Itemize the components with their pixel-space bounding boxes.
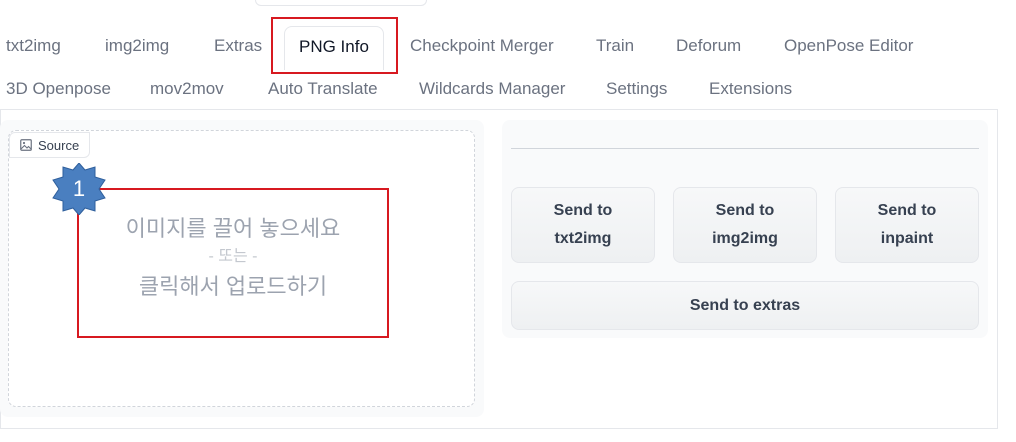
tab-checkpoint-merger[interactable]: Checkpoint Merger [410,26,554,66]
tab-settings[interactable]: Settings [606,69,667,109]
tab-deforum[interactable]: Deforum [676,26,741,66]
tab-img2img[interactable]: img2img [105,26,169,66]
top-edge-fragment [255,0,427,6]
tab-auto-translate[interactable]: Auto Translate [268,69,378,109]
tab-txt2img[interactable]: txt2img [6,26,61,66]
dropzone-instructions[interactable]: 이미지를 끌어 놓으세요 - 또는 - 클릭해서 업로드하기 [80,214,386,304]
actions-divider [511,148,979,149]
tab-extensions[interactable]: Extensions [709,69,792,109]
tab-openpose-editor[interactable]: OpenPose Editor [784,26,913,66]
image-icon [20,139,32,151]
step-badge: 1 [47,163,111,215]
send-to-inpaint-button[interactable]: Send to inpaint [835,187,979,263]
tab-png-info[interactable]: PNG Info [284,26,384,70]
tab-wildcards-manager[interactable]: Wildcards Manager [419,69,565,109]
drop-here-text: 이미지를 끌어 놓으세요 [125,216,341,241]
send-to-extras-label: Send to extras [689,296,801,314]
tab-mov2mov[interactable]: mov2mov [150,69,224,109]
step-badge-number: 1 [72,176,86,201]
click-to-upload-text: 클릭해서 업로드하기 [138,274,328,299]
tab-train[interactable]: Train [596,26,634,66]
source-label: Source [9,132,91,158]
send-to-img2img-label: Send to img2img [712,202,778,247]
send-to-inpaint-label: Send to inpaint [877,202,937,247]
send-to-txt2img-button[interactable]: Send to txt2img [511,187,655,263]
or-divider-text: - 또는 - [208,248,258,265]
tab-3d-openpose[interactable]: 3D Openpose [6,69,111,109]
send-to-img2img-button[interactable]: Send to img2img [673,187,817,263]
send-to-txt2img-label: Send to txt2img [553,202,613,247]
source-label-text: Source [38,137,80,153]
send-to-extras-button[interactable]: Send to extras [511,281,979,330]
tab-extras[interactable]: Extras [214,26,262,66]
